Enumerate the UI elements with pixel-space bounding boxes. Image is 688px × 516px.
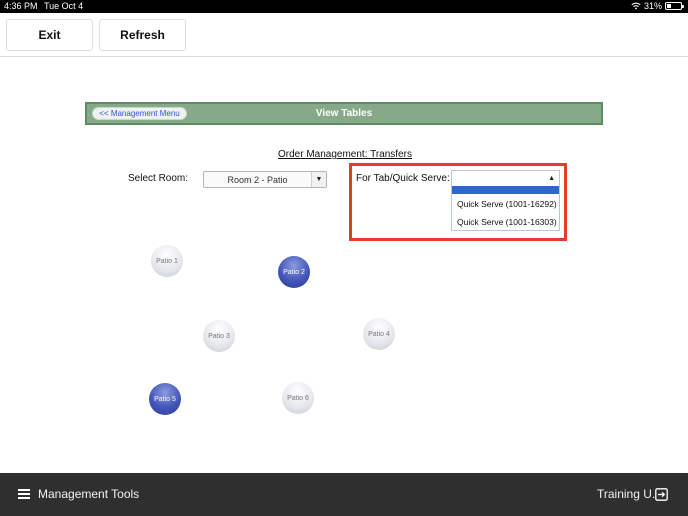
sign-out-icon[interactable]: [655, 488, 668, 501]
view-tables-header: << Management Menu View Tables: [85, 102, 603, 125]
wifi-icon: [631, 2, 641, 10]
battery-icon: [665, 2, 684, 10]
status-time: 4:36 PM: [4, 1, 38, 11]
exit-button[interactable]: Exit: [6, 19, 93, 51]
refresh-button[interactable]: Refresh: [99, 19, 186, 51]
status-date: Tue Oct 4: [44, 1, 84, 11]
user-name: Training U.: [597, 487, 656, 501]
table-patio-3[interactable]: Patio 3: [203, 320, 235, 352]
tab-select-label: For Tab/Quick Serve:: [356, 173, 450, 184]
tab-select-dropdown[interactable]: ▲ Quick Serve (1001-16292) Quick Serve (…: [451, 170, 560, 231]
page-title: View Tables: [315, 108, 373, 119]
hamburger-menu-icon[interactable]: [18, 489, 30, 499]
table-patio-4[interactable]: Patio 4: [363, 318, 395, 350]
dropdown-option-2[interactable]: Quick Serve (1001-16303): [457, 217, 557, 227]
chevron-down-icon: ▼: [311, 172, 326, 187]
status-bar: 4:36 PM Tue Oct 4 31%: [0, 0, 688, 13]
room-select-value: Room 2 - Patio: [227, 175, 288, 185]
top-toolbar: Exit Refresh: [0, 13, 688, 57]
dropdown-option-blank-selected[interactable]: [452, 186, 559, 194]
table-patio-2[interactable]: Patio 2: [278, 256, 310, 288]
chevron-up-icon: ▲: [548, 175, 555, 182]
tab-select-field[interactable]: ▲: [452, 171, 559, 186]
status-right: 31%: [631, 1, 684, 11]
page-subtitle: Order Management: Transfers: [278, 149, 412, 160]
dropdown-option-1[interactable]: Quick Serve (1001-16292): [457, 199, 557, 209]
table-patio-1[interactable]: Patio 1: [151, 245, 183, 277]
bottom-bar: Management Tools Training U.: [0, 473, 688, 516]
room-select[interactable]: Room 2 - Patio ▼: [203, 171, 327, 188]
management-tools-link[interactable]: Management Tools: [38, 487, 139, 501]
table-patio-5[interactable]: Patio 5: [149, 383, 181, 415]
select-room-label: Select Room:: [128, 173, 189, 184]
table-patio-6[interactable]: Patio 6: [282, 382, 314, 414]
battery-percent: 31%: [643, 1, 662, 11]
